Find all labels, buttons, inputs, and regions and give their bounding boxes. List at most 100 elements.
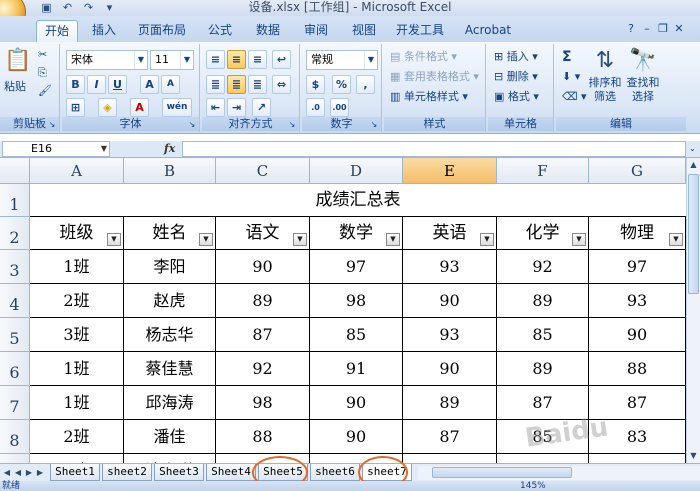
merge-center-icon[interactable]: ⇔ [272, 75, 291, 94]
table-cell[interactable]: 87 [216, 318, 310, 352]
name-box[interactable]: E16 ▼ [2, 141, 110, 157]
table-cell[interactable]: 90 [403, 284, 497, 318]
copy-icon[interactable]: ⎘ [38, 64, 47, 82]
row-header-9[interactable]: 9 [0, 454, 30, 463]
filter-dropdown-icon[interactable]: ▼ [386, 233, 400, 246]
table-cell[interactable]: 90 [589, 318, 686, 352]
table-cell[interactable]: 潘佳 [124, 420, 216, 454]
borders-icon[interactable]: ⊞ [66, 98, 85, 117]
table-cell[interactable]: 李阳 [124, 250, 216, 284]
table-cell[interactable]: 杨志华 [124, 318, 216, 352]
sheet-tab-2[interactable]: sheet2 [102, 464, 152, 481]
scroll-up-icon[interactable]: ▲ [687, 158, 700, 172]
table-cell[interactable]: 92 [497, 250, 589, 284]
sheet-tab-7[interactable]: sheet7 [362, 464, 412, 481]
shrink-font-button[interactable]: A [161, 75, 180, 94]
align-bottom-icon[interactable]: ≡ [248, 50, 267, 69]
table-cell[interactable]: 90 [310, 386, 403, 420]
filter-dropdown-icon[interactable]: ▼ [480, 233, 494, 246]
align-right-icon[interactable]: ≣ [248, 75, 267, 94]
row-header-6[interactable]: 6 [0, 352, 30, 386]
format-as-table-button[interactable]: ▦ 套用表格格式 ▾ [390, 68, 479, 86]
header-cell[interactable]: 数学 ▼ [310, 217, 403, 250]
table-cell[interactable]: 87 [497, 386, 589, 420]
vertical-scrollbar[interactable]: ▲ ▼ [686, 158, 700, 463]
table-cell[interactable]: 93 [310, 454, 403, 463]
column-header-f[interactable]: F [497, 158, 589, 184]
close-icon[interactable]: ✕ [672, 21, 686, 37]
header-cell[interactable]: 物理 ▼ [589, 217, 686, 250]
filter-dropdown-icon[interactable]: ▼ [107, 233, 121, 246]
help-icon[interactable]: ? [624, 21, 638, 37]
row-header-4[interactable]: 4 [0, 284, 30, 318]
orientation-icon[interactable]: ↗ [252, 98, 271, 117]
tab-acrobat[interactable]: Acrobat [460, 20, 516, 42]
table-cell[interactable]: 沈海洋 [124, 454, 216, 463]
underline-button[interactable]: U [108, 75, 127, 94]
table-cell[interactable]: 93 [589, 284, 686, 318]
find-select-icon[interactable]: 🔭 [628, 48, 658, 73]
delete-cells-button[interactable]: ⊟ 删除 ▾ [494, 68, 538, 86]
cut-icon[interactable]: ✂ [38, 46, 47, 64]
table-cell[interactable]: 97 [310, 250, 403, 284]
table-cell[interactable]: 蔡佳慧 [124, 352, 216, 386]
tab-formulas[interactable]: 公式 [200, 20, 240, 42]
table-cell[interactable]: 90 [310, 420, 403, 454]
dialog-launcher-icon[interactable]: ↘ [287, 120, 297, 130]
table-cell[interactable]: 82 [589, 454, 686, 463]
sort-filter-icon[interactable]: ⇅ [590, 48, 620, 73]
cell-styles-button[interactable]: ▥ 单元格样式 ▾ [390, 88, 468, 106]
sheet-tab-6[interactable]: sheet6 [310, 464, 360, 481]
sort-filter-button[interactable]: 排序和筛选 [588, 76, 622, 104]
table-cell[interactable]: 86 [497, 454, 589, 463]
table-cell[interactable]: 97 [589, 250, 686, 284]
align-middle-icon[interactable]: ≡ [227, 50, 246, 69]
format-painter-icon[interactable]: 🖌 [38, 82, 52, 100]
clear-icon[interactable]: ⌫ ▾ [562, 88, 587, 106]
tab-home[interactable]: 开始 [36, 20, 78, 42]
row-header-2[interactable]: 2 [0, 217, 30, 250]
last-sheet-icon[interactable]: ▶ [35, 466, 45, 480]
table-cell[interactable]: 93 [403, 318, 497, 352]
align-left-icon[interactable]: ≣ [206, 75, 225, 94]
header-cell[interactable]: 化学 ▼ [497, 217, 589, 250]
table-cell[interactable]: 赵虎 [124, 284, 216, 318]
column-header-g[interactable]: G [589, 158, 686, 184]
filter-dropdown-icon[interactable]: ▼ [293, 233, 307, 246]
column-header-c[interactable]: C [216, 158, 310, 184]
insert-function-button[interactable]: fx [164, 141, 178, 157]
table-cell[interactable]: 3班 [30, 454, 124, 463]
align-center-icon[interactable]: ≣ [227, 75, 246, 94]
table-cell[interactable]: 90 [403, 352, 497, 386]
tab-developer[interactable]: 开发工具 [392, 20, 448, 42]
currency-icon[interactable]: $ [306, 75, 325, 94]
wrap-text-icon[interactable]: ↩ [272, 50, 291, 69]
table-cell[interactable]: 87 [403, 420, 497, 454]
bold-button[interactable]: B [66, 75, 85, 94]
table-cell[interactable]: 87 [403, 454, 497, 463]
table-cell[interactable]: 3班 [30, 318, 124, 352]
table-cell[interactable]: 89 [497, 352, 589, 386]
fill-icon[interactable]: ⬇ ▾ [562, 68, 580, 86]
row-header-7[interactable]: 7 [0, 386, 30, 420]
font-size-combo[interactable]: 11 ▼ [150, 50, 194, 70]
autosum-button[interactable]: Σ [562, 48, 572, 66]
table-cell[interactable]: 91 [310, 352, 403, 386]
tab-data[interactable]: 数据 [248, 20, 288, 42]
horizontal-scrollbar[interactable] [418, 466, 700, 480]
table-cell[interactable]: 98 [216, 386, 310, 420]
next-sheet-icon[interactable]: ▶ [24, 466, 34, 480]
font-color-button[interactable]: A [130, 98, 149, 117]
table-cell[interactable]: 1班 [30, 250, 124, 284]
table-title[interactable]: 成绩汇总表 [30, 184, 686, 217]
scroll-down-icon[interactable]: ▼ [687, 449, 700, 463]
first-sheet-icon[interactable]: ◀ [2, 466, 12, 480]
row-header-3[interactable]: 3 [0, 250, 30, 284]
row-header-5[interactable]: 5 [0, 318, 30, 352]
table-cell[interactable]: 85 [497, 318, 589, 352]
zoom-level[interactable]: 145% [520, 481, 546, 491]
dialog-launcher-icon[interactable]: ↘ [47, 120, 57, 130]
sheet-tab-5[interactable]: Sheet5 [258, 464, 308, 481]
formula-input[interactable] [182, 141, 686, 157]
table-cell[interactable]: 90 [216, 250, 310, 284]
